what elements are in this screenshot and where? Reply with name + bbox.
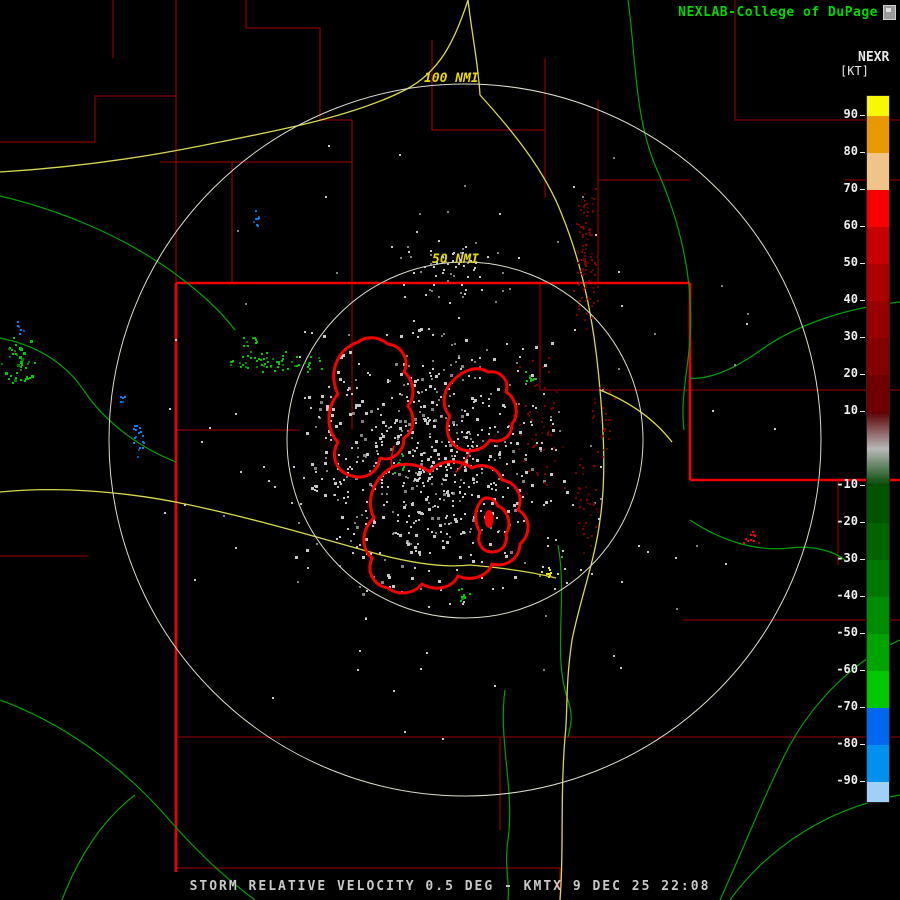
colorbar-band [867, 523, 889, 560]
colorbar-tick-mark [860, 189, 865, 190]
colorbar-tick-label: 40 [843, 292, 858, 306]
colorbar-tick-label: 30 [843, 329, 858, 343]
colorbar-tick-label: 10 [843, 403, 858, 417]
colorbar-tick-mark [860, 670, 865, 671]
range-rings [108, 83, 822, 797]
colorbar-tick-mark [860, 522, 865, 523]
radar-screen: 100 NMI 50 NMI NEXLAB-College of DuPage … [0, 0, 900, 900]
colorbar-band [867, 708, 889, 745]
colorbar-tick-label: 20 [843, 366, 858, 380]
colorbar-band [867, 375, 889, 412]
colorbar-band [867, 782, 889, 802]
colorbar-tick-label: -50 [836, 625, 858, 639]
colorbar-units: [KT] [840, 64, 869, 78]
colorbar-tick-label: -70 [836, 699, 858, 713]
colorbar-tick-label: -40 [836, 588, 858, 602]
colorbar-tick-mark [860, 263, 865, 264]
colorbar-tick-label: -30 [836, 551, 858, 565]
colorbar-tick-mark [860, 226, 865, 227]
colorbar-tick-label: -90 [836, 773, 858, 787]
ring-label-100nmi: 100 NMI [424, 71, 479, 86]
colorbar-tick-label: 70 [843, 181, 858, 195]
colorbar-tick-mark [860, 300, 865, 301]
colorbar-tick-mark [860, 374, 865, 375]
colorbar-band [867, 597, 889, 634]
colorbar-tick-mark [860, 152, 865, 153]
colorbar-tick-label: 60 [843, 218, 858, 232]
colorbar-tick-label: -20 [836, 514, 858, 528]
cod-logo-icon [883, 5, 896, 20]
colorbar-tick-mark [860, 559, 865, 560]
colorbar-band [867, 338, 889, 375]
colorbar-band [867, 227, 889, 264]
colorbar-tick-mark [860, 115, 865, 116]
colorbar-band [867, 153, 889, 190]
colorbar-tick-label: -60 [836, 662, 858, 676]
product-status-line: STORM RELATIVE VELOCITY 0.5 DEG - KMTX 9… [189, 879, 711, 894]
colorbar-band [867, 412, 889, 449]
colorbar-tick-mark [860, 744, 865, 745]
ring-50nmi [286, 261, 644, 619]
colorbar-tick-label: 80 [843, 144, 858, 158]
radar-map: 100 NMI 50 NMI [0, 0, 900, 900]
colorbar-tick-label: 90 [843, 107, 858, 121]
colorbar-band [867, 96, 889, 116]
colorbar-tick-label: -10 [836, 477, 858, 491]
storm-outlines [327, 336, 530, 595]
colorbar-tick-mark [860, 337, 865, 338]
colorbar-tick-mark [860, 633, 865, 634]
branding-label: NEXLAB-College of DuPage [678, 5, 878, 20]
colorbar-band [867, 634, 889, 671]
velocity-echoes [1, 145, 776, 740]
ring-100nmi [108, 83, 822, 797]
colorbar-tick-mark [860, 596, 865, 597]
colorbar-tick-mark [860, 411, 865, 412]
colorbar-band [867, 190, 889, 227]
velocity-colorbar [866, 95, 890, 803]
colorbar-band [867, 671, 889, 708]
colorbar-tick-mark [860, 707, 865, 708]
ring-label-50nmi: 50 NMI [432, 252, 479, 267]
colorbar-band [867, 560, 889, 597]
colorbar-band [867, 116, 889, 153]
colorbar-tick-mark [860, 485, 865, 486]
colorbar-tick-label: 50 [843, 255, 858, 269]
state-borders [174, 281, 900, 872]
colorbar-tick-mark [860, 781, 865, 782]
colorbar-band [867, 745, 889, 782]
colorbar-band [867, 301, 889, 338]
colorbar-band [867, 449, 889, 486]
colorbar-band [867, 486, 889, 523]
colorbar-band [867, 264, 889, 301]
colorbar-title: NEXR [858, 50, 890, 65]
branding: NEXLAB-College of DuPage [678, 5, 896, 20]
colorbar-tick-label: -80 [836, 736, 858, 750]
